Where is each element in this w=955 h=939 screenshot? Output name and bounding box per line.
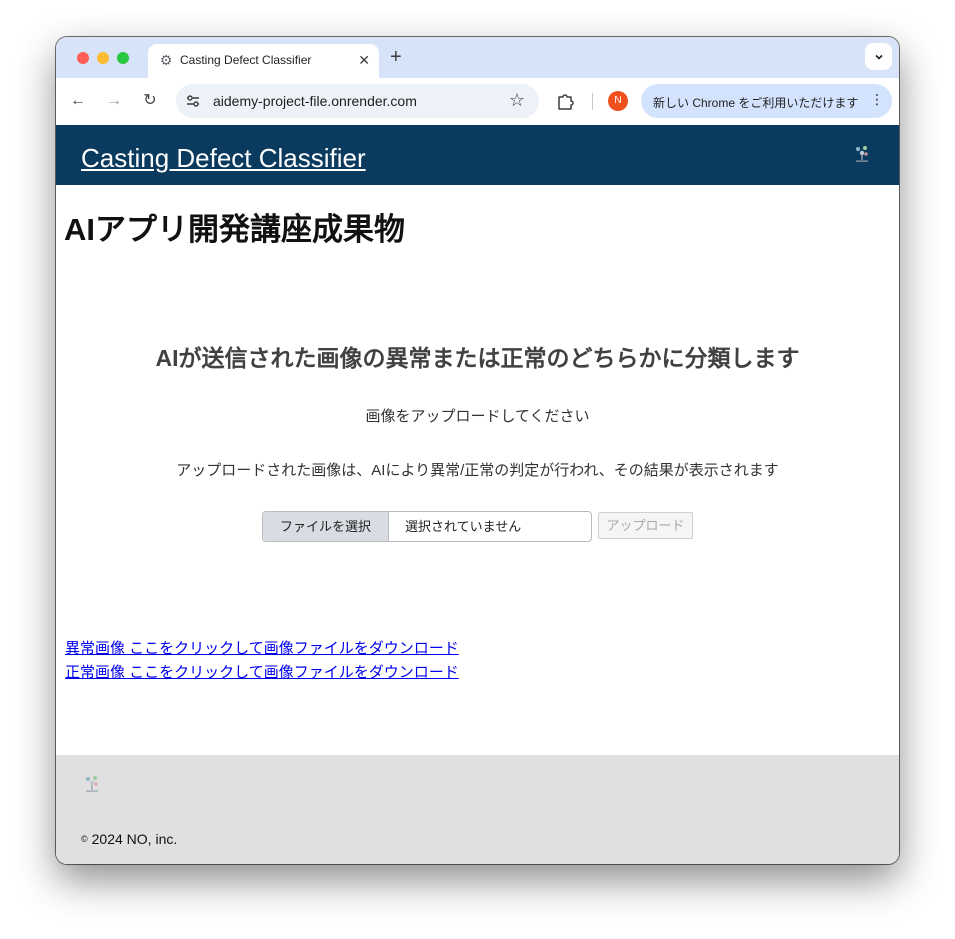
page-title: AIアプリ開発講座成果物 [64, 212, 405, 247]
profile-avatar[interactable]: N [608, 91, 628, 111]
new-tab-button[interactable]: + [390, 47, 402, 67]
download-abnormal-link[interactable]: 異常画像 ここをクリックして画像ファイルをダウンロード [65, 637, 459, 658]
choose-file-button[interactable]: ファイルを選択 [263, 512, 389, 541]
copyright-label: 2024 NO, inc. [91, 831, 178, 847]
logo-icon[interactable] [853, 143, 871, 163]
site-footer: © 2024 NO, inc. [56, 755, 899, 864]
chrome-update-button[interactable]: 新しい Chrome をご利用いただけます ⋮ [641, 84, 892, 118]
brand-link[interactable]: Casting Defect Classifier [81, 143, 366, 174]
tab-search-button[interactable] [865, 43, 892, 70]
maximize-window-button[interactable] [117, 52, 129, 64]
browser-window: ⚙ Casting Defect Classifier ✕ + ← → ↻ ai… [56, 37, 899, 864]
toolbar-divider [592, 93, 593, 110]
web-page: Casting Defect Classifier AIアプリ開発講座成果物 A… [56, 125, 899, 864]
close-window-button[interactable] [77, 52, 89, 64]
browser-toolbar: ← → ↻ aidemy-project-file.onrender.com ☆… [56, 78, 899, 125]
download-normal-link[interactable]: 正常画像 ここをクリックして画像ファイルをダウンロード [65, 661, 459, 682]
kebab-menu-icon[interactable]: ⋮ [870, 91, 884, 108]
tab-strip: ⚙ Casting Defect Classifier ✕ + [56, 37, 899, 78]
tab-casting-defect-classifier[interactable]: ⚙ Casting Defect Classifier ✕ [148, 44, 379, 78]
copyright-symbol: © [81, 834, 88, 844]
bookmark-star-icon[interactable]: ☆ [509, 90, 525, 111]
copyright-text: © 2024 NO, inc. [81, 831, 177, 847]
upload-instruction: 画像をアップロードしてください [365, 408, 590, 425]
tab-title: Casting Defect Classifier [180, 53, 312, 67]
reload-button[interactable]: ↻ [140, 91, 160, 111]
extensions-puzzle-icon[interactable] [556, 92, 574, 110]
footer-logo-icon[interactable] [83, 773, 101, 793]
file-status-text: 選択されていません [405, 519, 522, 534]
site-settings-icon[interactable] [186, 94, 200, 108]
forward-button[interactable]: → [104, 91, 124, 111]
back-button[interactable]: ← [68, 91, 88, 111]
url-text[interactable]: aidemy-project-file.onrender.com [213, 93, 417, 109]
file-input[interactable]: ファイルを選択 選択されていません [262, 511, 592, 542]
minimize-window-button[interactable] [97, 52, 109, 64]
upload-description: アップロードされた画像は、AIにより異常/正常の判定が行われ、その結果が表示され… [176, 462, 779, 479]
address-bar[interactable]: aidemy-project-file.onrender.com ☆ [176, 84, 539, 118]
upload-button[interactable]: アップロード [598, 512, 693, 539]
tab-close-icon[interactable]: ✕ [358, 51, 370, 69]
page-subtitle: AIが送信された画像の異常または正常のどちらかに分類します [155, 345, 800, 371]
update-promo-label: 新しい Chrome をご利用いただけます [653, 96, 859, 110]
chevron-down-icon [874, 54, 883, 60]
site-navbar: Casting Defect Classifier [56, 125, 899, 185]
gear-icon: ⚙ [159, 52, 173, 68]
